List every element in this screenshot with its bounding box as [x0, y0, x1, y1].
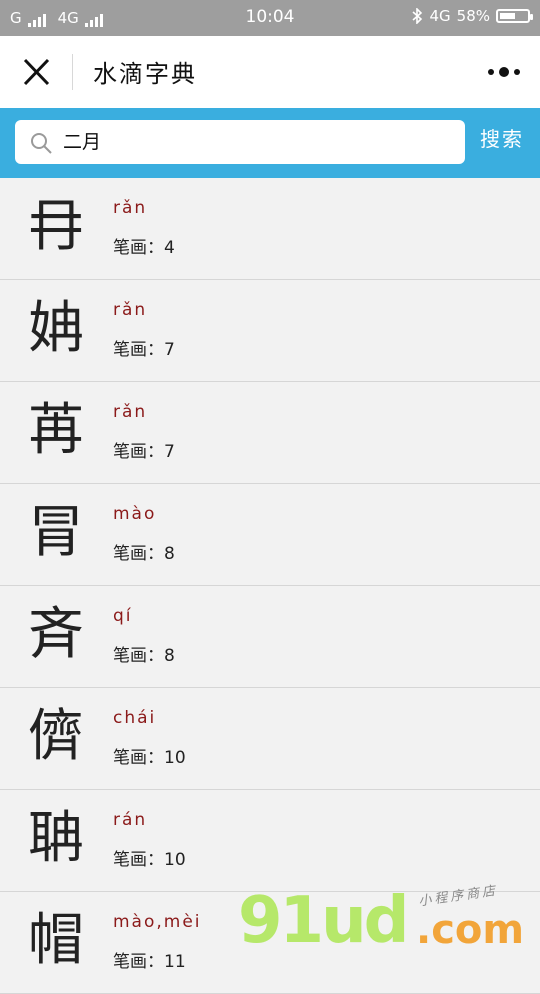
character: 斉 [28, 602, 84, 667]
nav-divider [72, 54, 73, 90]
close-button[interactable] [20, 54, 54, 90]
search-box[interactable] [15, 120, 465, 164]
search-button[interactable]: 搜索 [480, 120, 524, 164]
list-item[interactable]: 聃 rán 笔画：10 [0, 790, 540, 892]
pinyin: rǎn [113, 198, 148, 218]
list-item[interactable]: 苒 rǎn 笔画：7 [0, 382, 540, 484]
network-type-label: 4G [429, 7, 451, 25]
pinyin: rǎn [113, 300, 148, 320]
battery-icon [496, 9, 533, 23]
list-item[interactable]: 斉 qí 笔画：8 [0, 586, 540, 688]
character: 儕 [28, 704, 84, 769]
stroke-count: 笔画：8 [113, 641, 175, 666]
character: 姌 [28, 296, 84, 361]
stroke-value: 7 [164, 442, 175, 462]
search-bar: 搜索 [0, 108, 540, 178]
list-item[interactable]: 冄 rǎn 笔画：4 [0, 178, 540, 280]
page-title: 水滴字典 [93, 60, 197, 88]
stroke-label: 笔画： [113, 238, 164, 258]
dot-icon [488, 69, 494, 75]
stroke-label: 笔画： [113, 850, 164, 870]
stroke-value: 8 [164, 544, 175, 564]
dot-icon [514, 69, 520, 75]
search-icon [31, 133, 52, 154]
pinyin: mào [113, 504, 157, 524]
stroke-label: 笔画： [113, 748, 164, 768]
stroke-value: 10 [164, 748, 186, 768]
character: 苒 [28, 398, 84, 463]
pinyin: qí [113, 606, 133, 626]
stroke-count: 笔画：10 [113, 743, 186, 768]
pinyin: chái [113, 708, 157, 728]
stroke-value: 7 [164, 340, 175, 360]
stroke-label: 笔画： [113, 544, 164, 564]
result-list: 冄 rǎn 笔画：4 姌 rǎn 笔画：7 苒 rǎn 笔画：7 冐 mào 笔… [0, 178, 540, 994]
stroke-label: 笔画： [113, 646, 164, 666]
list-item[interactable]: 儕 chái 笔画：10 [0, 688, 540, 790]
pinyin: rǎn [113, 402, 148, 422]
status-bar: G 4G 10:04 4G 58% [0, 0, 540, 36]
list-item[interactable]: 帽 mào,mèi 笔画：11 [0, 892, 540, 994]
list-item[interactable]: 姌 rǎn 笔画：7 [0, 280, 540, 382]
stroke-label: 笔画： [113, 442, 164, 462]
character: 聃 [28, 806, 84, 871]
more-button[interactable] [488, 65, 520, 79]
stroke-value: 10 [164, 850, 186, 870]
stroke-value: 11 [164, 952, 186, 972]
stroke-count: 笔画：7 [113, 335, 175, 360]
nav-bar: 水滴字典 [0, 36, 540, 108]
stroke-value: 4 [164, 238, 175, 258]
stroke-count: 笔画：10 [113, 845, 186, 870]
pinyin: mào,mèi [113, 912, 202, 932]
list-item[interactable]: 冐 mào 笔画：8 [0, 484, 540, 586]
stroke-label: 笔画： [113, 340, 164, 360]
close-icon [23, 58, 50, 86]
dot-icon [499, 67, 509, 77]
stroke-label: 笔画： [113, 952, 164, 972]
status-icons: 4G 58% [411, 7, 533, 25]
character: 帽 [28, 908, 84, 973]
stroke-value: 8 [164, 646, 175, 666]
search-input[interactable] [63, 120, 453, 164]
pinyin: rán [113, 810, 148, 830]
battery-percent: 58% [456, 7, 490, 25]
bluetooth-icon [412, 8, 423, 24]
character: 冄 [28, 194, 84, 259]
stroke-count: 笔画：8 [113, 539, 175, 564]
character: 冐 [28, 500, 84, 565]
stroke-count: 笔画：4 [113, 233, 175, 258]
stroke-count: 笔画：7 [113, 437, 175, 462]
